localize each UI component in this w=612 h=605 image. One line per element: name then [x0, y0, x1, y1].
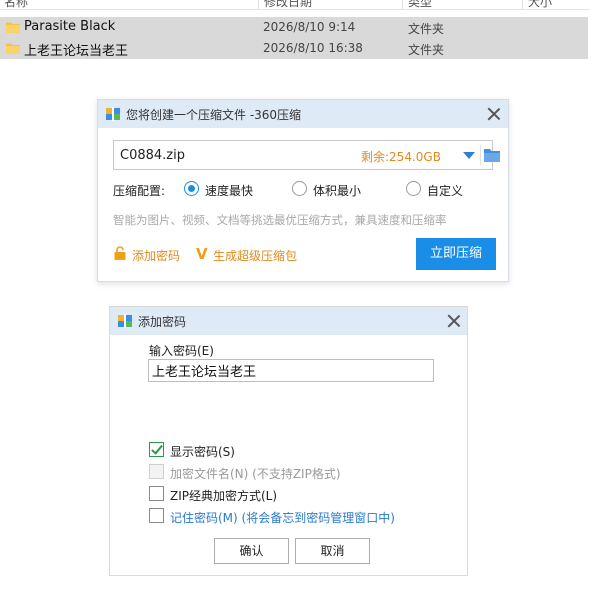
radio-custom-label[interactable]: 自定义 — [427, 182, 463, 199]
radio-smallest-label[interactable]: 体积最小 — [313, 182, 361, 199]
compress-dialog-titlebar[interactable]: 您将创建一个压缩文件 -360压缩 — [98, 100, 508, 128]
file-row[interactable]: Parasite Black 2026/8/10 9:14 文件夹 — [0, 17, 588, 38]
encrypt-filenames-label[interactable]: 加密文件名(N) (不支持ZIP格式) — [170, 465, 341, 482]
compress-hint-text: 智能为图片、视频、文档等挑选最优压缩方式，兼具速度和压缩率 — [113, 213, 447, 227]
remember-password-label[interactable]: 记住密码(M) (将会备忘到密码管理窗口中) — [170, 509, 395, 526]
password-dialog-titlebar[interactable]: 添加密码 — [110, 307, 467, 335]
column-name[interactable]: 名称 — [4, 0, 28, 9]
archive-app-icon — [106, 107, 120, 121]
chevron-down-icon[interactable] — [463, 152, 475, 159]
password-input-label: 输入密码(E) — [149, 344, 214, 358]
file-type: 文件夹 — [408, 43, 445, 57]
compress-config-label: 压缩配置: — [113, 184, 166, 198]
compress-dialog-title: 您将创建一个压缩文件 -360压缩 — [126, 108, 302, 122]
close-icon[interactable] — [446, 313, 462, 329]
browse-folder-icon[interactable] — [484, 148, 500, 162]
column-header-row: 名称 修改日期 类型 大小 — [0, 0, 590, 10]
compress-dialog: 您将创建一个压缩文件 -360压缩 C0884.zip 剩余:254.0GB 压… — [97, 99, 509, 282]
file-type: 文件夹 — [408, 22, 445, 36]
file-explorer-list: 名称 修改日期 类型 大小 Parasite Black 2026/8/10 9… — [0, 0, 590, 60]
archive-app-icon — [118, 314, 132, 328]
column-type[interactable]: 类型 — [408, 0, 432, 9]
remember-password-checkbox[interactable] — [149, 508, 164, 523]
show-password-label[interactable]: 显示密码(S) — [170, 443, 235, 460]
folder-icon — [6, 43, 20, 54]
radio-fastest-label[interactable]: 速度最快 — [205, 182, 253, 199]
column-divider[interactable] — [522, 0, 523, 9]
file-date: 2026/8/10 9:14 — [263, 20, 356, 34]
encrypt-filenames-checkbox[interactable] — [149, 464, 164, 479]
column-modified[interactable]: 修改日期 — [264, 0, 312, 9]
add-password-dialog: 添加密码 输入密码(E) 显示密码(S) 加密文件名(N) (不支持ZIP格式)… — [109, 306, 468, 576]
close-icon[interactable] — [486, 106, 502, 122]
show-password-checkbox[interactable] — [149, 442, 164, 457]
file-name: 上老王论坛当老王 — [24, 44, 129, 59]
cancel-button[interactable]: 取消 — [295, 538, 370, 564]
add-password-link[interactable]: 添加密码 — [132, 247, 180, 264]
column-divider[interactable] — [258, 0, 259, 9]
confirm-button[interactable]: 确认 — [214, 538, 289, 564]
compress-now-button[interactable]: 立即压缩 — [416, 238, 496, 270]
super-pack-link[interactable]: 生成超级压缩包 — [213, 247, 297, 264]
column-size[interactable]: 大小 — [528, 0, 552, 9]
lock-icon — [114, 246, 126, 260]
password-dialog-title: 添加密码 — [138, 315, 187, 329]
column-divider[interactable] — [402, 0, 403, 9]
output-file-name[interactable]: C0884.zip — [120, 148, 185, 163]
file-name: Parasite Black — [24, 19, 116, 34]
vip-icon: V — [196, 245, 208, 263]
folder-icon — [6, 22, 20, 33]
zip-classic-encryption-checkbox[interactable] — [149, 486, 164, 501]
file-date: 2026/8/10 16:38 — [263, 41, 363, 55]
zip-classic-encryption-label[interactable]: ZIP经典加密方式(L) — [170, 487, 277, 504]
radio-fastest[interactable] — [184, 181, 199, 196]
radio-smallest[interactable] — [292, 181, 307, 196]
radio-custom[interactable] — [406, 181, 421, 196]
password-input[interactable] — [148, 359, 434, 382]
file-row[interactable]: 上老王论坛当老王 2026/8/10 16:38 文件夹 — [0, 38, 588, 59]
output-path-field[interactable]: C0884.zip 剩余:254.0GB — [113, 140, 500, 170]
divider — [480, 145, 481, 165]
free-space-label: 剩余:254.0GB — [361, 150, 441, 164]
